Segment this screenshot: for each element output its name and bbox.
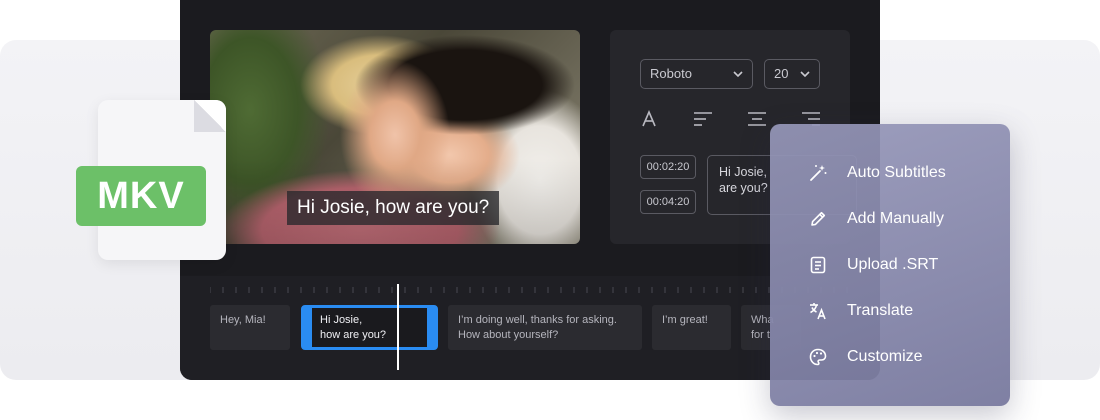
magic-wand-icon [810,165,827,181]
clip-end-handle[interactable] [432,320,434,335]
translate-icon [810,303,826,320]
start-time-field[interactable]: 00:02:20 [640,155,696,179]
font-select[interactable]: Roboto [640,59,753,89]
align-left-icon [694,112,712,126]
playhead[interactable] [397,284,399,370]
font-size-value: 20 [774,66,789,81]
chevron-down-icon [800,71,810,78]
palette-icon [809,348,827,366]
align-center-icon [748,112,766,126]
clip-start-handle[interactable] [305,320,307,335]
align-center-button[interactable] [747,110,767,133]
video-caption: Hi Josie, how are you? [287,191,500,225]
subtitle-text: Hi Josie, are you? [719,165,768,195]
font-size-select[interactable]: 20 [764,59,820,89]
video-preview[interactable]: Hi Josie, how are you? [210,30,580,244]
pencil-icon [811,211,826,226]
file-format-badge: MKV [76,166,206,226]
chevron-down-icon [733,71,743,78]
subtitle-clip-selected[interactable]: Hi Josie, how are you? [301,305,438,350]
document-icon [810,256,826,274]
letter-a-icon [642,109,656,127]
subtitle-actions-menu: Auto Subtitles Add Manually Upload .SRT … [770,124,1010,406]
subtitle-clip[interactable]: I’m great! [652,305,731,350]
page-fold-icon [194,100,226,132]
text-color-button[interactable] [640,109,658,133]
align-left-button[interactable] [693,110,713,133]
subtitle-clip[interactable]: Hey, Mia! [210,305,290,350]
font-select-value: Roboto [650,66,692,81]
timeline-ruler [210,287,848,293]
end-time-field[interactable]: 00:04:20 [640,190,696,214]
subtitle-clip[interactable]: I’m doing well, thanks for asking. How a… [448,305,642,350]
